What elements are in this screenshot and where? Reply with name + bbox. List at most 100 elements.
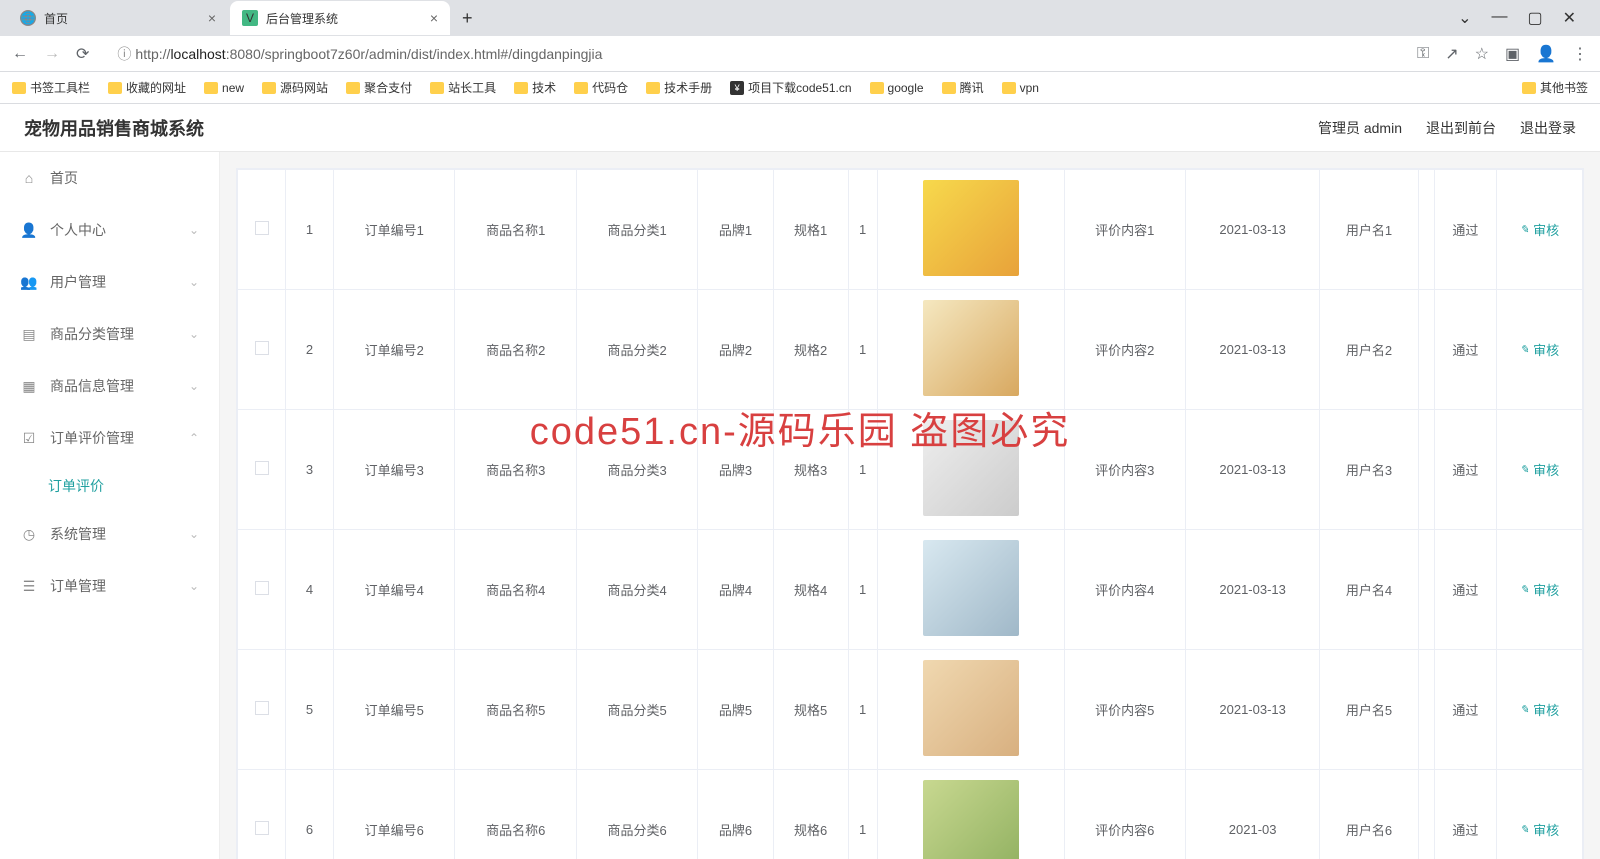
folder-icon — [12, 82, 26, 94]
close-icon[interactable]: × — [208, 10, 216, 26]
bookmark-item[interactable]: 技术手册 — [646, 79, 712, 96]
checkbox-icon[interactable] — [255, 581, 269, 595]
profile-icon[interactable]: 👤 — [1536, 44, 1556, 64]
empty-cell — [1418, 410, 1434, 530]
bookmark-item[interactable]: 源码网站 — [262, 79, 328, 96]
order-no-cell: 订单编号5 — [334, 650, 455, 770]
bookmark-item[interactable]: 代码仓 — [574, 79, 628, 96]
bookmark-item[interactable]: new — [204, 81, 244, 95]
audit-button[interactable]: ✎审核 — [1520, 820, 1559, 839]
bookmark-item[interactable]: 聚合支付 — [346, 79, 412, 96]
chevron-down-icon[interactable]: ⌄ — [1458, 8, 1471, 28]
new-tab-button[interactable]: + — [452, 8, 483, 29]
product-image[interactable] — [923, 300, 1019, 396]
folder-icon — [108, 82, 122, 94]
sidebar-item-reviews[interactable]: ☑ 订单评价管理 ⌃ — [0, 412, 219, 464]
menu-icon[interactable]: ⋮ — [1572, 44, 1588, 64]
chevron-down-icon: ⌄ — [189, 379, 199, 393]
date-cell: 2021-03-13 — [1185, 530, 1319, 650]
checkbox-icon[interactable] — [255, 461, 269, 475]
qty-cell: 1 — [848, 410, 877, 530]
folder-icon — [262, 82, 276, 94]
bookmark-item[interactable]: google — [870, 81, 924, 95]
checkbox-icon[interactable] — [255, 821, 269, 835]
folder-icon — [1522, 82, 1536, 94]
sidebar-item-home[interactable]: ⌂ 首页 — [0, 152, 219, 204]
data-table: 1 订单编号1 商品名称1 商品分类1 品牌1 规格1 1 评价内容1 2021… — [236, 168, 1584, 859]
bookmark-item[interactable]: 收藏的网址 — [108, 79, 186, 96]
info-icon: ⓘ — [117, 44, 131, 64]
sidebar-label: 系统管理 — [50, 524, 106, 544]
product-image[interactable] — [923, 780, 1019, 859]
empty-cell — [1418, 650, 1434, 770]
audit-button[interactable]: ✎审核 — [1520, 340, 1559, 359]
tab-title: 后台管理系统 — [266, 10, 338, 27]
sidebar-item-system[interactable]: ◷ 系统管理 ⌄ — [0, 508, 219, 560]
checkbox-icon[interactable] — [255, 701, 269, 715]
bookmark-item[interactable]: 技术 — [514, 79, 556, 96]
browser-tab-active[interactable]: V 后台管理系统 × — [230, 1, 450, 35]
url-bar[interactable]: ⓘ http://localhost:8080/springboot7z60r/… — [105, 40, 1401, 68]
audit-button[interactable]: ✎审核 — [1520, 220, 1559, 239]
bookmark-item[interactable]: 书签工具栏 — [12, 79, 90, 96]
bookmark-other[interactable]: 其他书签 — [1522, 79, 1588, 96]
bookmark-item[interactable]: 站长工具 — [430, 79, 496, 96]
edit-icon: ✎ — [1520, 223, 1529, 236]
user-label[interactable]: 管理员 admin — [1318, 118, 1402, 138]
action-cell: ✎审核 — [1497, 770, 1583, 859]
qty-cell: 1 — [848, 770, 877, 859]
date-cell: 2021-03-13 — [1185, 170, 1319, 290]
key-icon[interactable]: ⚿ — [1417, 45, 1429, 63]
sidebar-item-profile[interactable]: 👤 个人中心 ⌄ — [0, 204, 219, 256]
bookmark-item[interactable]: 腾讯 — [942, 79, 984, 96]
share-icon[interactable]: ↗ — [1445, 44, 1458, 64]
sidebar-item-users[interactable]: 👥 用户管理 ⌄ — [0, 256, 219, 308]
checkbox-cell[interactable] — [238, 170, 286, 290]
checkbox-icon[interactable] — [255, 341, 269, 355]
user-cell: 用户名2 — [1320, 290, 1418, 410]
close-icon[interactable]: × — [430, 10, 438, 26]
edit-icon: ✎ — [1520, 823, 1529, 836]
star-icon[interactable]: ☆ — [1475, 44, 1489, 64]
comment-cell: 评价内容1 — [1064, 170, 1185, 290]
sidebar-item-orders[interactable]: ☰ 订单管理 ⌄ — [0, 560, 219, 612]
brand-cell: 品牌6 — [698, 770, 773, 859]
logout-front-button[interactable]: 退出到前台 — [1426, 118, 1496, 138]
product-image[interactable] — [923, 540, 1019, 636]
checkbox-cell[interactable] — [238, 770, 286, 859]
sidebar: ⌂ 首页 👤 个人中心 ⌄ 👥 用户管理 ⌄ ▤ 商品分类管理 ⌄ ▦ 商品信息… — [0, 152, 220, 859]
bookmark-item[interactable]: vpn — [1002, 81, 1039, 95]
category-icon: ▤ — [20, 326, 38, 343]
product-image[interactable] — [923, 660, 1019, 756]
browser-chrome: 🌐 首页 × V 后台管理系统 × + ⌄ — ▢ ✕ ← → ⟳ ⓘ http… — [0, 0, 1600, 104]
forward-icon[interactable]: → — [44, 45, 60, 63]
minimize-icon[interactable]: — — [1491, 8, 1507, 28]
checkbox-cell[interactable] — [238, 530, 286, 650]
maximize-icon[interactable]: ▢ — [1527, 8, 1542, 28]
checkbox-cell[interactable] — [238, 650, 286, 770]
product-image[interactable] — [923, 420, 1019, 516]
audit-button[interactable]: ✎审核 — [1520, 580, 1559, 599]
logout-button[interactable]: 退出登录 — [1520, 118, 1576, 138]
reload-icon[interactable]: ⟳ — [76, 44, 89, 64]
audit-button[interactable]: ✎审核 — [1520, 460, 1559, 479]
checkbox-cell[interactable] — [238, 410, 286, 530]
back-icon[interactable]: ← — [12, 45, 28, 63]
browser-tab[interactable]: 🌐 首页 × — [8, 1, 228, 35]
close-window-icon[interactable]: ✕ — [1563, 8, 1576, 28]
chevron-up-icon: ⌃ — [189, 431, 199, 445]
spec-cell: 规格5 — [773, 650, 848, 770]
sidebar-item-category[interactable]: ▤ 商品分类管理 ⌄ — [0, 308, 219, 360]
user-cell: 用户名1 — [1320, 170, 1418, 290]
checkbox-cell[interactable] — [238, 290, 286, 410]
bookmark-item[interactable]: ¥项目下载code51.cn — [730, 79, 851, 96]
brand-cell: 品牌1 — [698, 170, 773, 290]
extension-icon[interactable]: ▣ — [1505, 44, 1520, 64]
sidebar-subitem-review[interactable]: 订单评价 — [0, 464, 219, 508]
comment-cell: 评价内容4 — [1064, 530, 1185, 650]
product-image[interactable] — [923, 180, 1019, 276]
audit-button[interactable]: ✎审核 — [1520, 700, 1559, 719]
sidebar-item-products[interactable]: ▦ 商品信息管理 ⌄ — [0, 360, 219, 412]
status-cell: 通过 — [1434, 410, 1496, 530]
checkbox-icon[interactable] — [255, 221, 269, 235]
